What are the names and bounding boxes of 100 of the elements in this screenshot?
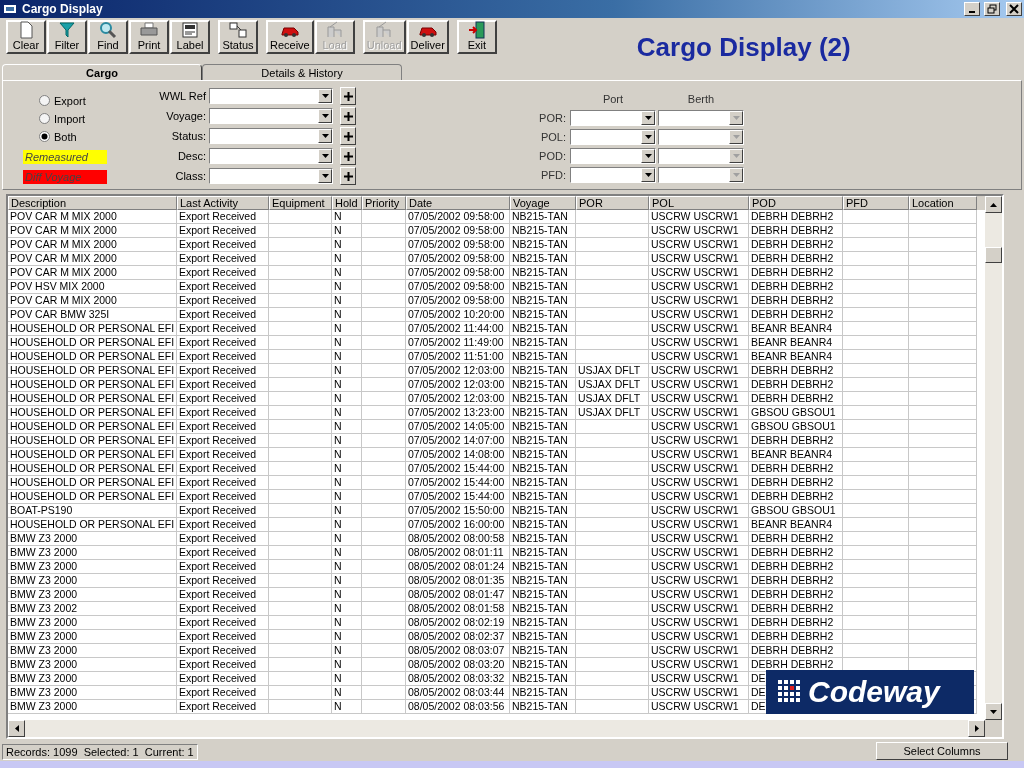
radio-button[interactable] [39,95,50,106]
table-cell: DEBRH DEBRH2 [749,560,843,574]
toolbar-button[interactable]: Receive [266,20,314,54]
table-cell: N [332,630,362,644]
vertical-scrollbar[interactable] [985,196,1002,720]
minimize-icon [969,11,975,13]
table-cell: BMW Z3 2000 [8,644,177,658]
add-button[interactable] [340,147,356,165]
table-cell: N [332,476,362,490]
add-button[interactable] [340,87,356,105]
radio-button[interactable] [39,113,50,124]
column-header[interactable]: Description [8,196,177,210]
column-header[interactable]: Last Activity [177,196,269,210]
empty-cell [362,420,406,434]
scrollbar-thumb[interactable] [985,247,1002,263]
table-cell: NB215-TAN [510,392,576,406]
port-dropdown[interactable] [570,167,656,183]
table-cell: USCRW USCRW1 [649,588,749,602]
table-cell: 07/05/2002 09:58:00 [406,294,510,308]
select-columns-button[interactable]: Select Columns [876,742,1008,760]
column-header[interactable]: POL [649,196,749,210]
empty-cell [362,392,406,406]
close-button[interactable] [1006,2,1022,16]
port-dropdown[interactable] [570,148,656,164]
column-header[interactable]: Equipment [269,196,332,210]
table-cell: 07/05/2002 15:44:00 [406,490,510,504]
add-button[interactable] [340,107,356,125]
add-button[interactable] [340,127,356,145]
empty-cell [269,602,332,616]
toolbar-button[interactable]: Clear [6,20,46,54]
column-header[interactable]: Hold [332,196,362,210]
table-cell: N [332,350,362,364]
caret-icon [732,154,740,158]
toolbar-button[interactable]: Label [170,20,210,54]
table-cell: DEBRH DEBRH2 [749,616,843,630]
empty-cell [909,476,977,490]
empty-cell [843,294,909,308]
restore-button[interactable] [984,2,1000,16]
empty-cell [362,602,406,616]
toolbar-button[interactable]: Status [218,20,258,54]
column-header[interactable]: POD [749,196,843,210]
toolbar-button[interactable]: Exit [456,20,497,54]
table-cell: NB215-TAN [510,406,576,420]
radio-button[interactable] [39,131,50,142]
table-cell: NB215-TAN [510,462,576,476]
caret-icon [321,114,329,118]
field-label: POD: [538,150,566,162]
port-dropdown[interactable] [570,110,656,126]
table-cell: Export Received [177,224,269,238]
table-cell: N [332,224,362,238]
column-label: Berth [686,93,716,105]
table-cell: 07/05/2002 16:00:00 [406,518,510,532]
empty-cell [843,420,909,434]
port-dropdown[interactable] [570,129,656,145]
empty-cell [843,336,909,350]
column-header[interactable]: Date [406,196,510,210]
table-cell: N [332,322,362,336]
toolbar-button[interactable]: Deliver [406,20,449,54]
table-cell: USCRW USCRW1 [649,350,749,364]
empty-cell [269,420,332,434]
dropdown-field[interactable] [209,88,333,104]
empty-cell [843,602,909,616]
toolbar-button[interactable]: Print [129,20,169,54]
table-cell: NB215-TAN [510,700,576,714]
column-header[interactable]: PFD [843,196,909,210]
table-cell: NB215-TAN [510,308,576,322]
table-cell: N [332,448,362,462]
dropdown-field[interactable] [209,128,333,144]
toolbar-button[interactable]: Filter [47,20,87,54]
empty-cell [843,532,909,546]
dropdown-field[interactable] [209,168,333,184]
column-header[interactable]: Location [909,196,977,210]
empty-cell [269,476,332,490]
table-cell: USJAX DFLT [576,406,649,420]
toolbar-button[interactable]: Find [88,20,128,54]
table-cell: HOUSEHOLD OR PERSONAL EFI [8,462,177,476]
dropdown-field[interactable] [209,108,333,124]
horizontal-scrollbar[interactable] [8,720,985,737]
table-cell: USCRW USCRW1 [649,294,749,308]
column-header[interactable]: POR [576,196,649,210]
dropdown-field[interactable] [209,148,333,164]
caret-icon [732,135,740,139]
empty-cell [909,616,977,630]
add-button[interactable] [340,167,356,185]
empty-cell [909,294,977,308]
table-cell: BEANR BEANR4 [749,322,843,336]
field-label: Class: [174,170,206,182]
table-cell: Export Received [177,518,269,532]
field-label: Status: [170,130,206,142]
minimize-button[interactable] [964,2,980,16]
table-cell: Export Received [177,336,269,350]
table-cell: 07/05/2002 15:44:00 [406,462,510,476]
empty-cell [909,252,977,266]
column-header[interactable]: Voyage [510,196,576,210]
tab[interactable]: Details & History [202,64,402,80]
up-arrow-icon [990,202,997,207]
empty-cell [909,238,977,252]
empty-cell [362,406,406,420]
column-header[interactable]: Priority [362,196,406,210]
table-cell: NB215-TAN [510,532,576,546]
